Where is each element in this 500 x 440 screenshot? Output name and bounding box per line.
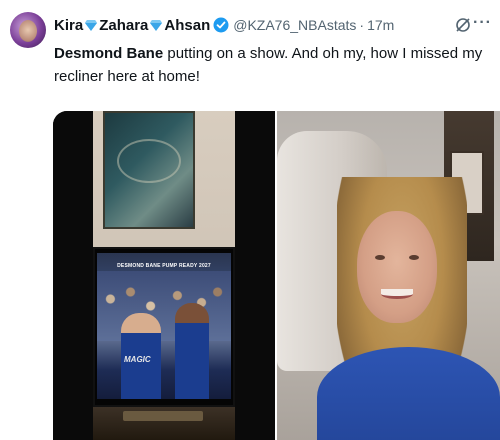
- jersey-text: MAGIC: [124, 355, 151, 364]
- player-right: [175, 303, 209, 399]
- name-part-3: Ahsan: [164, 16, 211, 34]
- name-part-1: Kira: [54, 16, 84, 34]
- wall-painting: [103, 111, 195, 229]
- tweet-header: Kira Zahara Ahsan @KZA76_NBAstats · 17m: [54, 14, 490, 36]
- tv-stand: [93, 407, 235, 440]
- display-name[interactable]: Kira Zahara Ahsan: [54, 17, 229, 34]
- avatar[interactable]: [10, 12, 46, 48]
- tweet-media[interactable]: DESMOND BANE PUMP READY 2027 MAGIC: [53, 111, 500, 440]
- eye-left: [375, 255, 385, 260]
- shirt: [317, 347, 500, 440]
- timestamp[interactable]: 17m: [367, 17, 394, 33]
- tv-screen: DESMOND BANE PUMP READY 2027 MAGIC: [97, 253, 231, 399]
- media-photo-tv[interactable]: DESMOND BANE PUMP READY 2027 MAGIC: [53, 111, 275, 440]
- more-icon[interactable]: ···: [473, 14, 492, 32]
- player-left: MAGIC: [121, 313, 161, 399]
- grok-icon[interactable]: [454, 16, 472, 34]
- selfie-face: [357, 211, 437, 323]
- smile: [381, 289, 413, 299]
- television: DESMOND BANE PUMP READY 2027 MAGIC: [93, 247, 235, 407]
- media-photo-selfie[interactable]: [277, 111, 500, 440]
- crowd: [97, 271, 231, 341]
- tweet-text: Desmond Bane putting on a show. And oh m…: [54, 42, 484, 88]
- separator-dot: ·: [359, 17, 365, 33]
- verified-badge-icon: [213, 17, 229, 33]
- gem-icon: [150, 20, 163, 31]
- eye-right: [409, 255, 419, 260]
- user-handle[interactable]: @KZA76_NBAstats: [233, 17, 356, 33]
- avatar-face: [19, 20, 37, 42]
- tv-caption: DESMOND BANE PUMP READY 2027: [117, 263, 211, 269]
- tweet-text-bold: Desmond Bane: [54, 45, 164, 62]
- gem-icon: [85, 20, 98, 31]
- name-part-2: Zahara: [99, 16, 149, 34]
